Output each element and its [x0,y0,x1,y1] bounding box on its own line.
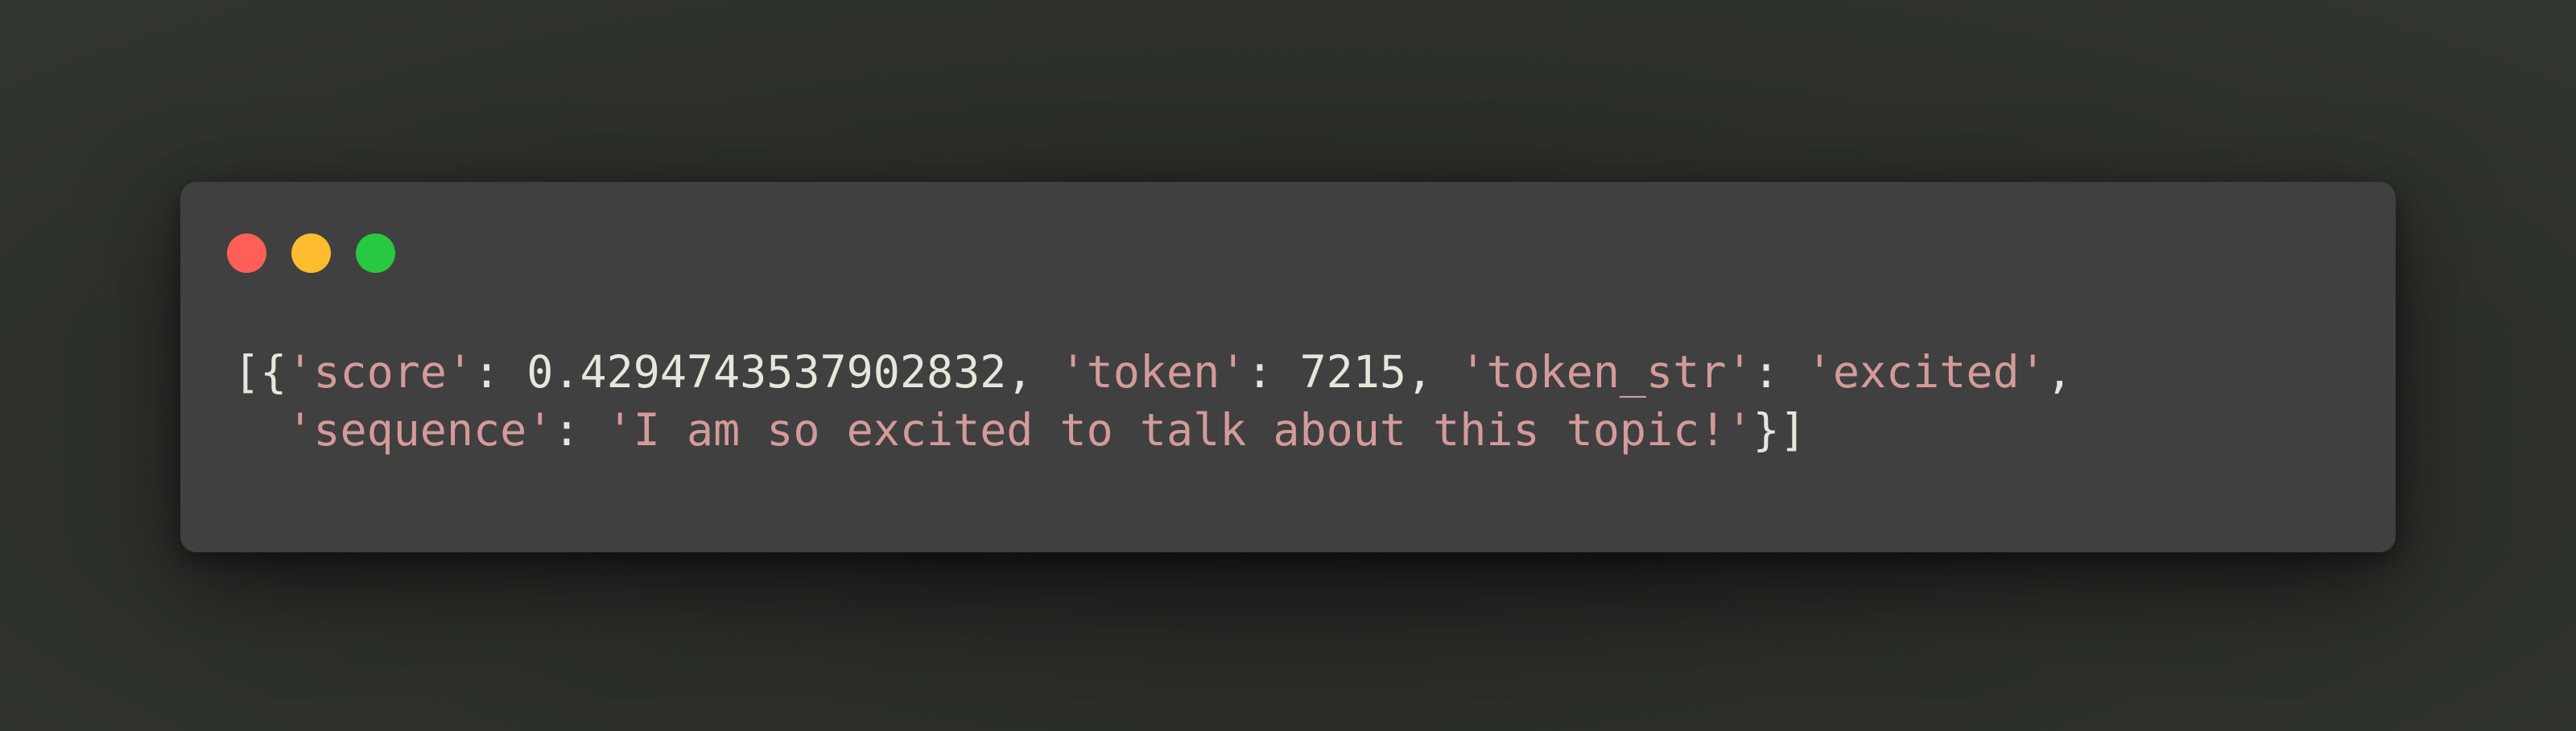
code-token: , [1406,346,1460,398]
code-block: [{'score': 0.4294743537902832, 'token': … [233,343,2073,459]
code-token: 'score' [287,346,474,398]
code-token: : [553,404,607,456]
code-token: : [473,346,527,398]
close-button[interactable] [227,233,266,273]
code-window: [{'score': 0.4294743537902832, 'token': … [180,182,2396,552]
code-token: , [1006,346,1060,398]
code-line-1: [{'score': 0.4294743537902832, 'token': … [233,346,2073,398]
code-token: }] [1752,404,1806,456]
code-token: 0.4294743537902832 [526,346,1007,398]
code-token: 7215 [1299,346,1407,398]
maximize-button[interactable] [356,233,395,273]
code-token: , [2046,346,2073,398]
window-controls [227,233,395,273]
code-token: [{ [233,346,287,398]
code-token: : [1246,346,1300,398]
minimize-button[interactable] [291,233,331,273]
code-token: : [1752,346,1806,398]
code-token: 'token' [1059,346,1247,398]
code-token: 'sequence' [287,404,554,456]
code-token: 'token_str' [1459,346,1753,398]
code-token: 'I am so excited to talk about this topi… [606,404,1753,456]
code-line-2: 'sequence': 'I am so excited to talk abo… [233,404,1806,456]
code-token: 'excited' [1806,346,2046,398]
